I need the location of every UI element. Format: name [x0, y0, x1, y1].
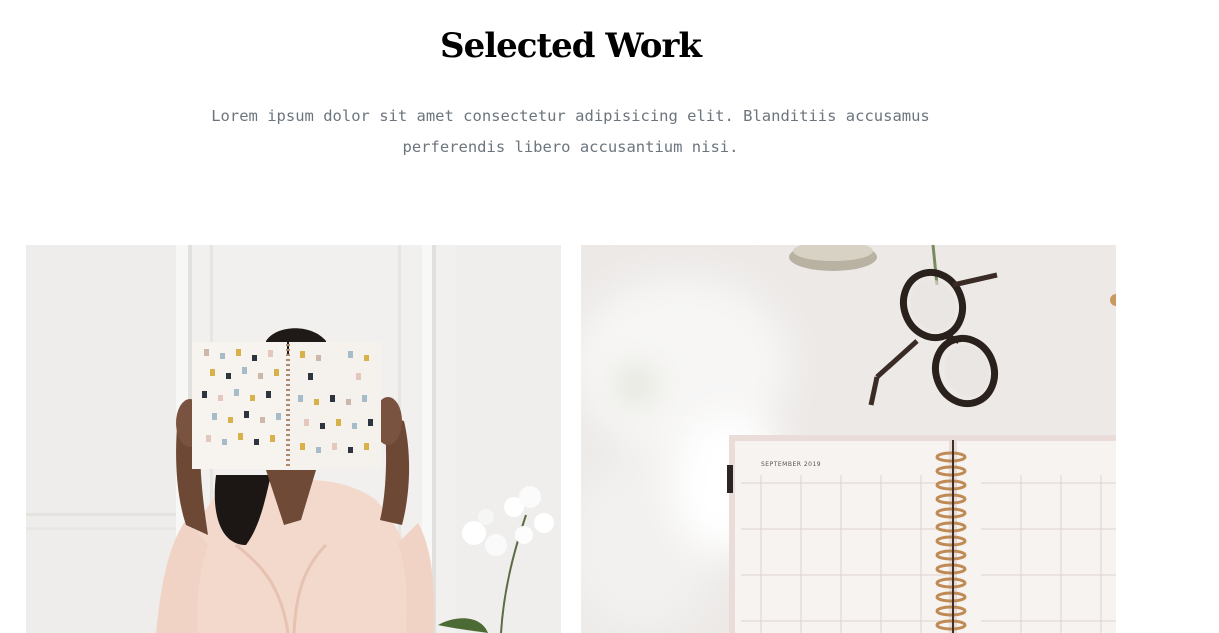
- work-card-1[interactable]: [26, 245, 561, 633]
- planner-month-label: SEPTEMBER 2019: [761, 461, 821, 468]
- work-image-glasses-planner: SEPTEMBER 2019: [581, 245, 1116, 633]
- section-description: Lorem ipsum dolor sit amet consectetur a…: [211, 107, 930, 156]
- work-image-woman-notebook: [26, 245, 561, 633]
- selected-work-section: Selected Work Lorem ipsum dolor sit amet…: [0, 0, 1219, 633]
- work-card-2[interactable]: SEPTEMBER 2019: [581, 245, 1116, 633]
- section-title: Selected Work: [440, 26, 702, 66]
